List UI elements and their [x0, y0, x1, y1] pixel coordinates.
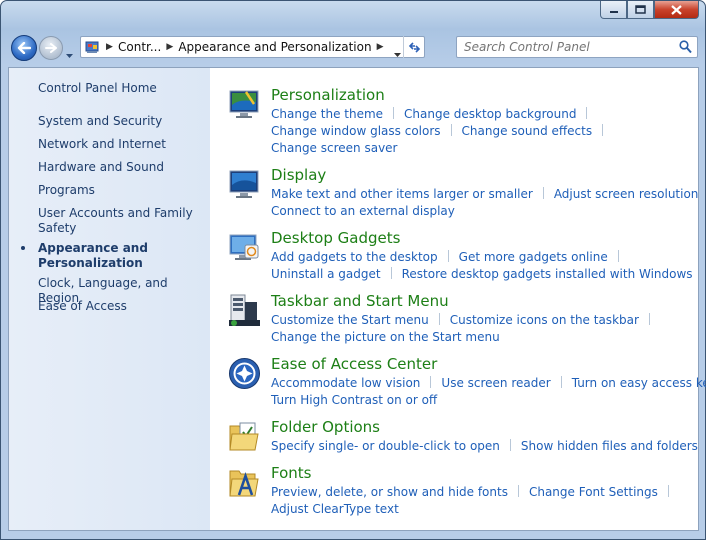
close-icon [671, 4, 682, 15]
link-preview-delete-fonts[interactable]: Preview, delete, or show and hide fonts [271, 485, 508, 499]
taskbar-start-menu-title[interactable]: Taskbar and Start Menu [271, 292, 449, 310]
sidebar-item-ease-of-access[interactable]: Ease of Access [38, 299, 203, 314]
refresh-button[interactable] [403, 36, 424, 58]
minimize-button[interactable] [600, 1, 627, 19]
link-separator [430, 376, 432, 388]
display-title[interactable]: Display [271, 166, 326, 184]
sidebar: Control Panel Home System and Security N… [9, 68, 210, 530]
link-separator [393, 107, 395, 119]
sidebar-item-system-and-security[interactable]: System and Security [38, 114, 203, 129]
forward-button[interactable] [39, 36, 63, 60]
address-dropdown[interactable] [393, 43, 402, 62]
link-change-start-menu-picture[interactable]: Change the picture on the Start menu [271, 330, 500, 344]
link-change-sound-effects[interactable]: Change sound effects [462, 124, 593, 138]
link-separator [450, 124, 452, 136]
search-box[interactable] [456, 36, 698, 58]
link-change-screen-saver[interactable]: Change screen saver [271, 141, 398, 155]
control-panel-window: ▶ Contr... ▶ Appearance and Personalizat… [0, 0, 706, 540]
link-customize-start-menu[interactable]: Customize the Start menu [271, 313, 429, 327]
breadcrumb-arrow-icon[interactable]: ▶ [104, 42, 115, 52]
breadcrumb-arrow-icon[interactable]: ▶ [164, 42, 175, 52]
link-separator [447, 250, 449, 262]
folder-options-title[interactable]: Folder Options [271, 418, 380, 436]
search-icon[interactable] [679, 40, 692, 54]
ease-of-access-icon [229, 358, 260, 389]
link-turn-on-easy-access-keys[interactable]: Turn on easy access keys [572, 376, 706, 390]
personalization-icon [229, 90, 259, 118]
ease-of-access-center-title[interactable]: Ease of Access Center [271, 355, 437, 373]
sidebar-item-control-panel-home[interactable]: Control Panel Home [38, 81, 203, 96]
chevron-down-icon [394, 53, 401, 57]
link-separator [517, 485, 519, 497]
link-connect-external-display[interactable]: Connect to an external display [271, 204, 455, 218]
fonts-links: Preview, delete, or show and hide fonts C… [271, 484, 701, 518]
sidebar-item-hardware-and-sound[interactable]: Hardware and Sound [38, 160, 203, 175]
link-add-gadgets[interactable]: Add gadgets to the desktop [271, 250, 438, 264]
link-customize-taskbar-icons[interactable]: Customize icons on the taskbar [450, 313, 639, 327]
caption-buttons [600, 1, 699, 20]
link-change-the-theme[interactable]: Change the theme [271, 107, 383, 121]
display-icon [229, 170, 259, 198]
display-links: Make text and other items larger or smal… [271, 186, 701, 220]
close-button[interactable] [654, 1, 699, 19]
link-show-hidden-files[interactable]: Show hidden files and folders [521, 439, 698, 453]
content-pane: Control Panel Home System and Security N… [8, 67, 706, 531]
active-item-bullet-icon [21, 246, 25, 250]
address-bar[interactable]: ▶ Contr... ▶ Appearance and Personalizat… [80, 36, 425, 58]
sidebar-item-appearance-and-personalization[interactable]: Appearance and Personalization [38, 241, 203, 271]
link-change-window-glass-colors[interactable]: Change window glass colors [271, 124, 441, 138]
link-separator [586, 107, 588, 119]
personalization-title[interactable]: Personalization [271, 86, 385, 104]
link-restore-gadgets[interactable]: Restore desktop gadgets installed with W… [402, 267, 693, 281]
link-separator [667, 485, 669, 497]
link-separator [648, 313, 650, 325]
desktop-gadgets-links: Add gadgets to the desktop Get more gadge… [271, 249, 701, 283]
folder-options-links: Specify single- or double-click to open S… [271, 438, 701, 455]
sidebar-item-network-and-internet[interactable]: Network and Internet [38, 137, 203, 152]
chevron-down-icon [66, 54, 73, 58]
link-separator [542, 187, 544, 199]
link-single-double-click[interactable]: Specify single- or double-click to open [271, 439, 500, 453]
arrow-right-icon [45, 43, 57, 53]
taskbar-icon [229, 294, 260, 326]
link-separator [560, 376, 562, 388]
minimize-icon [609, 10, 618, 13]
link-adjust-cleartype[interactable]: Adjust ClearType text [271, 502, 399, 516]
link-uninstall-gadget[interactable]: Uninstall a gadget [271, 267, 381, 281]
breadcrumb-arrow-icon[interactable]: ▶ [375, 42, 386, 52]
arrow-left-icon [17, 42, 31, 54]
control-panel-icon [85, 41, 99, 53]
desktop-gadgets-icon [229, 234, 259, 260]
breadcrumb-control-panel[interactable]: Contr... [118, 40, 161, 54]
link-get-more-gadgets[interactable]: Get more gadgets online [459, 250, 608, 264]
fonts-title[interactable]: Fonts [271, 464, 311, 482]
link-separator [509, 439, 511, 451]
fonts-icon [229, 470, 259, 497]
maximize-button[interactable] [627, 1, 654, 19]
recent-pages-dropdown[interactable] [65, 44, 74, 63]
link-separator [602, 124, 604, 136]
link-change-desktop-background[interactable]: Change desktop background [404, 107, 576, 121]
personalization-links: Change the theme Change desktop backgroun… [271, 106, 701, 157]
ease-of-access-links: Accommodate low vision Use screen reader T… [271, 375, 706, 409]
link-make-text-larger[interactable]: Make text and other items larger or smal… [271, 187, 533, 201]
sidebar-item-user-accounts[interactable]: User Accounts and Family Safety [38, 206, 203, 236]
link-change-font-settings[interactable]: Change Font Settings [529, 485, 658, 499]
refresh-icon [408, 41, 420, 53]
link-separator [390, 267, 392, 279]
link-adjust-screen-resolution[interactable]: Adjust screen resolution [554, 187, 699, 201]
breadcrumb-appearance[interactable]: Appearance and Personalization [178, 40, 371, 54]
folder-options-icon [229, 422, 259, 451]
desktop-gadgets-title[interactable]: Desktop Gadgets [271, 229, 400, 247]
search-input[interactable] [457, 37, 667, 57]
link-accommodate-low-vision[interactable]: Accommodate low vision [271, 376, 420, 390]
link-turn-high-contrast[interactable]: Turn High Contrast on or off [271, 393, 437, 407]
sidebar-item-programs[interactable]: Programs [38, 183, 203, 198]
maximize-icon [635, 5, 646, 14]
link-use-screen-reader[interactable]: Use screen reader [441, 376, 550, 390]
taskbar-links: Customize the Start menu Customize icons … [271, 312, 701, 346]
link-separator [438, 313, 440, 325]
link-separator [617, 250, 619, 262]
back-button[interactable] [11, 35, 37, 61]
